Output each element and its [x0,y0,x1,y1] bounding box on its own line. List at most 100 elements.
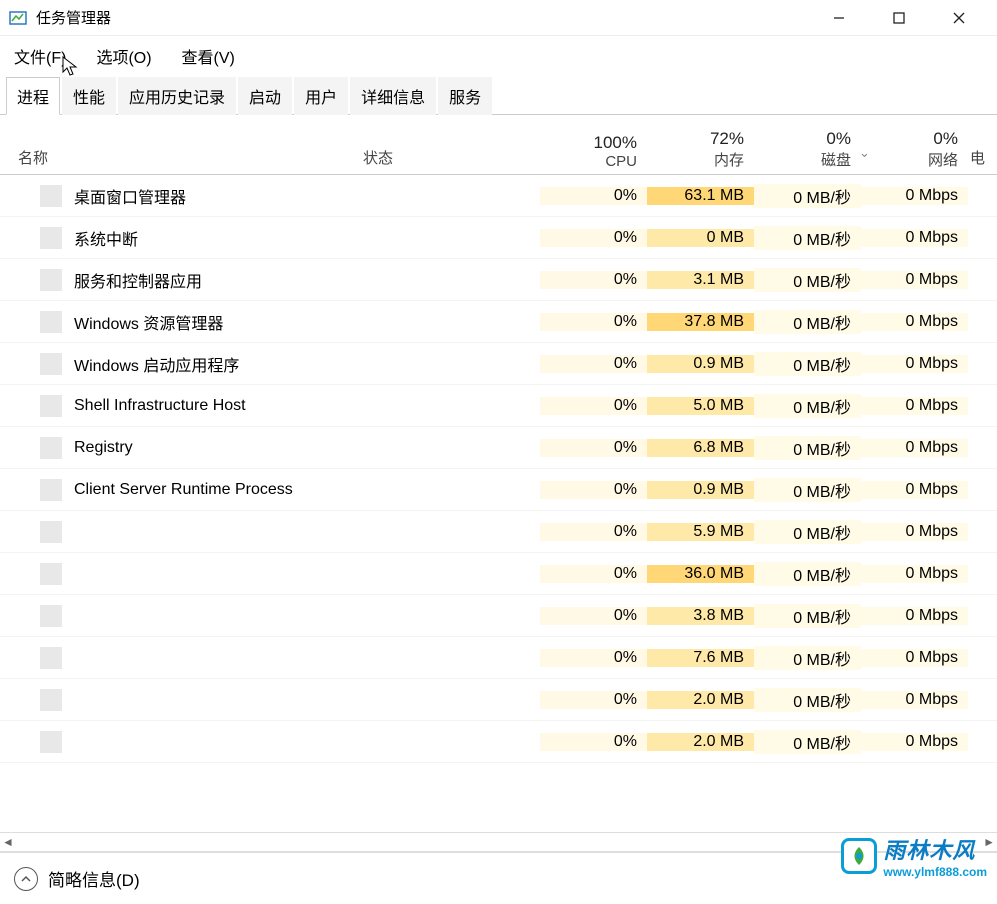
menu-options[interactable]: 选项(O) [90,40,157,72]
process-memory: 37.8 MB [647,313,754,331]
process-disk: 0 MB/秒 [754,352,861,376]
process-name-cell [0,647,355,669]
table-row[interactable]: 服务和控制器应用0%3.1 MB0 MB/秒0 Mbps [0,259,997,301]
tab-performance[interactable]: 性能 [62,77,116,115]
titlebar: 任务管理器 [0,0,997,36]
process-icon [40,647,62,669]
minimize-button[interactable] [809,0,869,36]
table-row[interactable]: 0%7.6 MB0 MB/秒0 Mbps [0,637,997,679]
table-row[interactable]: Windows 启动应用程序0%0.9 MB0 MB/秒0 Mbps [0,343,997,385]
table-row[interactable]: 系统中断 0%0 MB0 MB/秒0 Mbps [0,217,997,259]
process-icon [40,605,62,627]
process-table: 名称 状态 100% CPU 72% 内存 0% 磁盘 ⌄ 0% 网络 电 桌面… [0,115,997,832]
table-row[interactable]: 0%5.9 MB0 MB/秒0 Mbps [0,511,997,553]
process-name: 系统中断 [74,226,138,250]
process-name-cell [0,521,355,543]
menu-view[interactable]: 查看(V) [176,40,241,72]
process-name-cell [0,563,355,585]
process-icon [40,185,62,207]
table-row[interactable]: Windows 资源管理器0%37.8 MB0 MB/秒0 Mbps [0,301,997,343]
process-network: 0 Mbps [861,691,968,709]
process-disk: 0 MB/秒 [754,226,861,250]
process-name-cell [0,731,355,753]
process-network: 0 Mbps [861,355,968,373]
process-cpu: 0% [540,691,647,709]
process-memory: 0.9 MB [647,481,754,499]
table-row[interactable]: Shell Infrastructure Host0%5.0 MB0 MB/秒0… [0,385,997,427]
table-row[interactable]: 0%3.8 MB0 MB/秒0 Mbps [0,595,997,637]
process-network: 0 Mbps [861,229,968,247]
process-icon [40,731,62,753]
header-edge: 电 [968,147,978,174]
tab-processes[interactable]: 进程 [6,77,60,115]
menu-file[interactable]: 文件(F) [8,40,72,72]
process-disk: 0 MB/秒 [754,268,861,292]
process-name: Windows 资源管理器 [74,310,223,334]
process-cpu: 0% [540,523,647,541]
process-icon [40,269,62,291]
process-disk: 0 MB/秒 [754,520,861,544]
process-disk: 0 MB/秒 [754,310,861,334]
watermark-logo-icon [841,838,877,874]
process-network: 0 Mbps [861,397,968,415]
scroll-left-icon[interactable]: ◄ [2,835,14,849]
process-network: 0 Mbps [861,313,968,331]
tab-users[interactable]: 用户 [294,77,348,115]
close-button[interactable] [929,0,989,36]
process-rows[interactable]: 桌面窗口管理器0%63.1 MB0 MB/秒0 Mbps系统中断0%0 MB0 … [0,175,997,832]
process-network: 0 Mbps [861,565,968,583]
window-controls [809,0,989,36]
header-mem-pct: 72% [647,129,744,149]
app-icon [8,8,28,28]
header-network[interactable]: ⌄ 0% 网络 [861,129,968,174]
process-name-cell [0,605,355,627]
process-cpu: 0% [540,229,647,247]
tab-startup[interactable]: 启动 [238,77,292,115]
process-network: 0 Mbps [861,271,968,289]
header-disk[interactable]: 0% 磁盘 [754,129,861,174]
header-disk-pct: 0% [754,129,851,149]
header-name[interactable]: 名称 [0,147,355,174]
process-icon [40,479,62,501]
process-disk: 0 MB/秒 [754,478,861,502]
tab-app-history[interactable]: 应用历史记录 [118,77,236,115]
header-net-label: 网络 [861,149,958,170]
maximize-button[interactable] [869,0,929,36]
table-row[interactable]: 0%2.0 MB0 MB/秒0 Mbps [0,679,997,721]
process-memory: 7.6 MB [647,649,754,667]
menubar: 文件(F) 选项(O) 查看(V) [0,36,997,74]
table-row[interactable]: 0%2.0 MB0 MB/秒0 Mbps [0,721,997,763]
process-name: Shell Infrastructure Host [74,397,246,415]
table-row[interactable]: Registry0%6.8 MB0 MB/秒0 Mbps [0,427,997,469]
tab-services[interactable]: 服务 [438,77,492,115]
header-status[interactable]: 状态 [355,147,540,174]
process-name-cell: Client Server Runtime Process [0,479,355,501]
table-row[interactable]: Client Server Runtime Process 0%0.9 MB0 M… [0,469,997,511]
header-memory[interactable]: 72% 内存 [647,129,754,174]
header-mem-label: 内存 [647,149,744,170]
process-icon [40,563,62,585]
process-name-cell: Windows 资源管理器 [0,310,355,334]
process-disk: 0 MB/秒 [754,688,861,712]
process-name: 桌面窗口管理器 [74,184,186,208]
fewer-details-button[interactable]: 简略信息(D) [48,866,140,891]
process-cpu: 0% [540,481,647,499]
header-cpu[interactable]: 100% CPU [540,133,647,174]
process-cpu: 0% [540,649,647,667]
header-cpu-label: CPU [540,153,637,170]
process-memory: 5.0 MB [647,397,754,415]
process-cpu: 0% [540,733,647,751]
process-memory: 0 MB [647,229,754,247]
process-memory: 36.0 MB [647,565,754,583]
process-network: 0 Mbps [861,733,968,751]
tab-details[interactable]: 详细信息 [350,77,436,115]
process-disk: 0 MB/秒 [754,562,861,586]
watermark-text: 雨林木风 [883,833,987,865]
process-cpu: 0% [540,607,647,625]
process-memory: 63.1 MB [647,187,754,205]
table-row[interactable]: 0%36.0 MB0 MB/秒0 Mbps [0,553,997,595]
table-row[interactable]: 桌面窗口管理器0%63.1 MB0 MB/秒0 Mbps [0,175,997,217]
process-cpu: 0% [540,271,647,289]
process-icon [40,353,62,375]
process-network: 0 Mbps [861,649,968,667]
